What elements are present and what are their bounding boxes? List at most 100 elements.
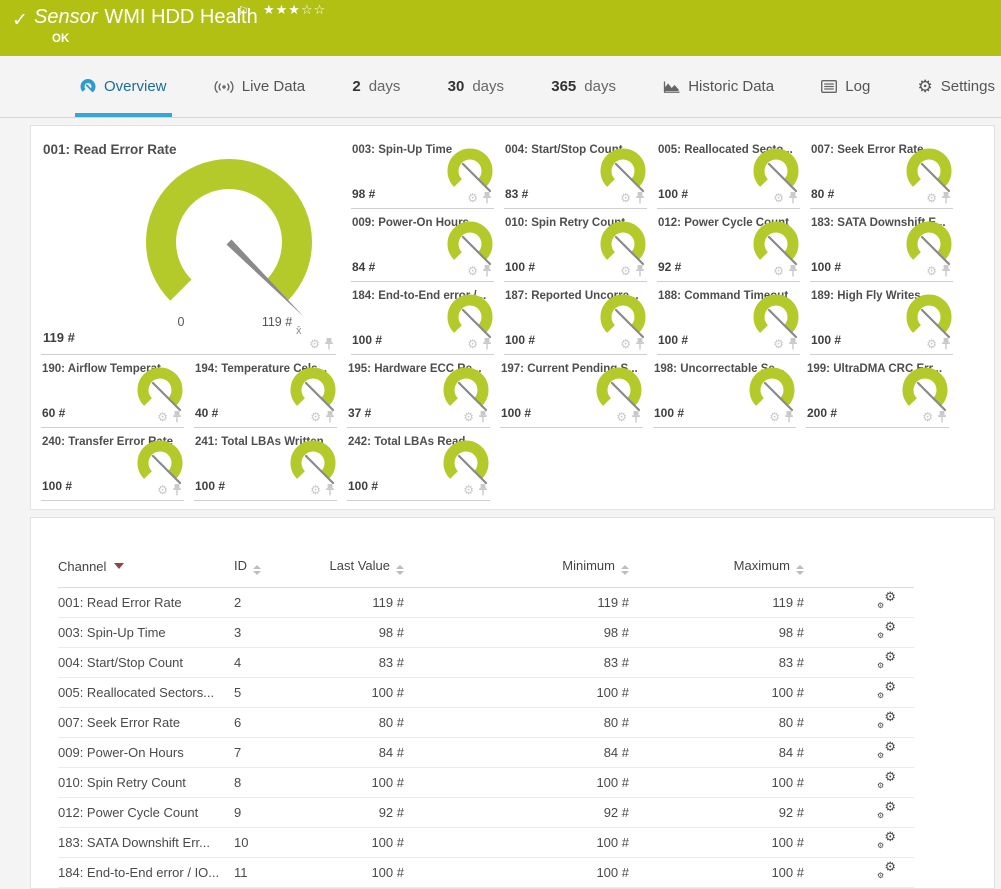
gauge-tile[interactable]: 183: SATA Downshift E... 100 # ⚙: [810, 209, 958, 282]
gauge-tile[interactable]: 195: Hardware ECC Re... 37 # ⚙: [347, 355, 495, 428]
pin-icon[interactable]: [788, 192, 798, 204]
channel-settings-icon[interactable]: ⚙⚙: [877, 623, 896, 639]
channel-settings-icon[interactable]: ⚙⚙: [877, 863, 896, 879]
column-header-minimum[interactable]: Minimum: [404, 558, 629, 588]
table-row[interactable]: 183: SATA Downshift Err... 10 100 # 100 …: [58, 828, 914, 858]
gear-icon[interactable]: ⚙: [467, 338, 478, 350]
gear-icon[interactable]: ⚙: [310, 411, 321, 423]
gear-icon[interactable]: ⚙: [620, 265, 631, 277]
channel-settings-icon[interactable]: ⚙⚙: [877, 593, 896, 609]
gauge-tile[interactable]: 199: UltraDMA CRC Err... 200 # ⚙: [806, 355, 954, 428]
channel-settings-icon[interactable]: ⚙⚙: [877, 833, 896, 849]
channel-settings-icon[interactable]: ⚙⚙: [877, 653, 896, 669]
pin-icon[interactable]: [788, 338, 798, 350]
table-row[interactable]: 010: Spin Retry Count 8 100 # 100 # 100 …: [58, 768, 914, 798]
tab-log[interactable]: Log: [819, 56, 872, 117]
column-header-maximum[interactable]: Maximum: [629, 558, 804, 588]
gauge-tile[interactable]: 194: Temperature Cels... 40 # ⚙: [194, 355, 342, 428]
gear-icon[interactable]: ⚙: [157, 411, 168, 423]
tab-overview[interactable]: Overview: [78, 56, 169, 117]
gauge-tile[interactable]: 198: Uncorrectable Se... 100 # ⚙: [653, 355, 801, 428]
channel-settings-icon[interactable]: ⚙⚙: [877, 683, 896, 699]
gauge-tile[interactable]: 003: Spin-Up Time 98 # ⚙: [351, 136, 499, 209]
pin-icon[interactable]: [325, 484, 335, 496]
gauge-tile[interactable]: 184: End-to-End error /... 100 # ⚙: [351, 282, 499, 355]
table-row[interactable]: 012: Power Cycle Count 9 92 # 92 # 92 # …: [58, 798, 914, 828]
pin-icon[interactable]: [941, 192, 951, 204]
gauge-tile[interactable]: 242: Total LBAs Read 100 # ⚙: [347, 428, 495, 501]
table-row[interactable]: 005: Reallocated Sectors... 5 100 # 100 …: [58, 678, 914, 708]
pin-icon[interactable]: [482, 265, 492, 277]
gear-icon[interactable]: ⚙: [310, 484, 321, 496]
pin-icon[interactable]: [478, 484, 488, 496]
pin-icon[interactable]: [784, 411, 794, 423]
pin-icon[interactable]: [635, 265, 645, 277]
tab-365-days[interactable]: 365 days: [549, 56, 618, 117]
pin-icon[interactable]: [635, 338, 645, 350]
pin-icon[interactable]: [172, 411, 182, 423]
priority-stars[interactable]: ★★★☆☆: [263, 2, 326, 18]
table-row[interactable]: 007: Seek Error Rate 6 80 # 80 # 80 # ⚙⚙: [58, 708, 914, 738]
pin-icon[interactable]: [941, 265, 951, 277]
pin-icon[interactable]: [172, 484, 182, 496]
table-row[interactable]: 001: Read Error Rate 2 119 # 119 # 119 #…: [58, 588, 914, 618]
primary-gauge-tile[interactable]: 001: Read Error Rate x̄ 0 119 # 119 # ⚙: [41, 136, 341, 355]
pin-icon[interactable]: [941, 338, 951, 350]
gear-icon[interactable]: ⚙: [620, 338, 631, 350]
gauge-tile[interactable]: 010: Spin Retry Count 100 # ⚙: [504, 209, 652, 282]
pin-icon[interactable]: [635, 192, 645, 204]
pin-icon[interactable]: [937, 411, 947, 423]
gear-icon[interactable]: ⚙: [926, 265, 937, 277]
flag-icon[interactable]: ⚐: [238, 4, 249, 18]
gear-icon[interactable]: ⚙: [616, 411, 627, 423]
column-header-last-value[interactable]: Last Value: [314, 558, 404, 588]
gauge-tile[interactable]: 005: Reallocated Secto... 100 # ⚙: [657, 136, 805, 209]
table-row[interactable]: 009: Power-On Hours 7 84 # 84 # 84 # ⚙⚙: [58, 738, 914, 768]
pin-icon[interactable]: [788, 265, 798, 277]
tab-2-days[interactable]: 2 days: [350, 56, 402, 117]
gauge-tile[interactable]: 187: Reported Uncorre... 100 # ⚙: [504, 282, 652, 355]
gear-icon[interactable]: ⚙: [773, 338, 784, 350]
gear-icon[interactable]: ⚙: [922, 411, 933, 423]
tab-live-data[interactable]: Live Data: [212, 56, 307, 117]
channel-settings-icon[interactable]: ⚙⚙: [877, 773, 896, 789]
pin-icon[interactable]: [631, 411, 641, 423]
gauge-tile[interactable]: 197: Current Pending S... 100 # ⚙: [500, 355, 648, 428]
gear-icon[interactable]: ⚙: [467, 265, 478, 277]
channel-settings-icon[interactable]: ⚙⚙: [877, 803, 896, 819]
gauge-tile[interactable]: 007: Seek Error Rate 80 # ⚙: [810, 136, 958, 209]
tab-30-days[interactable]: 30 days: [446, 56, 506, 117]
gear-icon[interactable]: ⚙: [467, 192, 478, 204]
gauge-tile[interactable]: 190: Airflow Temperat... 60 # ⚙: [41, 355, 189, 428]
gear-icon[interactable]: ⚙: [773, 265, 784, 277]
table-row[interactable]: 004: Start/Stop Count 4 83 # 83 # 83 # ⚙…: [58, 648, 914, 678]
gear-icon[interactable]: ⚙: [620, 192, 631, 204]
gear-icon[interactable]: ⚙: [157, 484, 168, 496]
pin-icon[interactable]: [482, 192, 492, 204]
gauge-tile[interactable]: 188: Command Timeout 100 # ⚙: [657, 282, 805, 355]
gauge-tile[interactable]: 004: Start/Stop Count 83 # ⚙: [504, 136, 652, 209]
pin-icon[interactable]: [325, 411, 335, 423]
pin-icon[interactable]: [482, 338, 492, 350]
pin-icon[interactable]: [478, 411, 488, 423]
gear-icon[interactable]: ⚙: [769, 411, 780, 423]
gauge-tile[interactable]: 241: Total LBAs Written 100 # ⚙: [194, 428, 342, 501]
gauge-tile[interactable]: 189: High Fly Writes 100 # ⚙: [810, 282, 958, 355]
column-header-channel[interactable]: Channel: [58, 558, 234, 588]
channel-settings-icon[interactable]: ⚙⚙: [877, 713, 896, 729]
gear-icon[interactable]: ⚙: [773, 192, 784, 204]
gear-icon[interactable]: ⚙: [926, 192, 937, 204]
table-row[interactable]: 184: End-to-End error / IO... 11 100 # 1…: [58, 858, 914, 888]
gear-icon[interactable]: ⚙: [926, 338, 937, 350]
gauge-tile[interactable]: 012: Power Cycle Count 92 # ⚙: [657, 209, 805, 282]
gear-icon[interactable]: ⚙: [463, 484, 474, 496]
gear-icon[interactable]: ⚙: [463, 411, 474, 423]
gear-icon[interactable]: ⚙: [309, 338, 320, 350]
tab-historic-data[interactable]: Historic Data: [661, 56, 776, 117]
pin-icon[interactable]: [324, 338, 334, 350]
channel-settings-icon[interactable]: ⚙⚙: [877, 743, 896, 759]
table-row[interactable]: 003: Spin-Up Time 3 98 # 98 # 98 # ⚙⚙: [58, 618, 914, 648]
column-header-id[interactable]: ID: [234, 558, 314, 588]
gauge-tile[interactable]: 240: Transfer Error Rate 100 # ⚙: [41, 428, 189, 501]
gauge-tile[interactable]: 009: Power-On Hours 84 # ⚙: [351, 209, 499, 282]
